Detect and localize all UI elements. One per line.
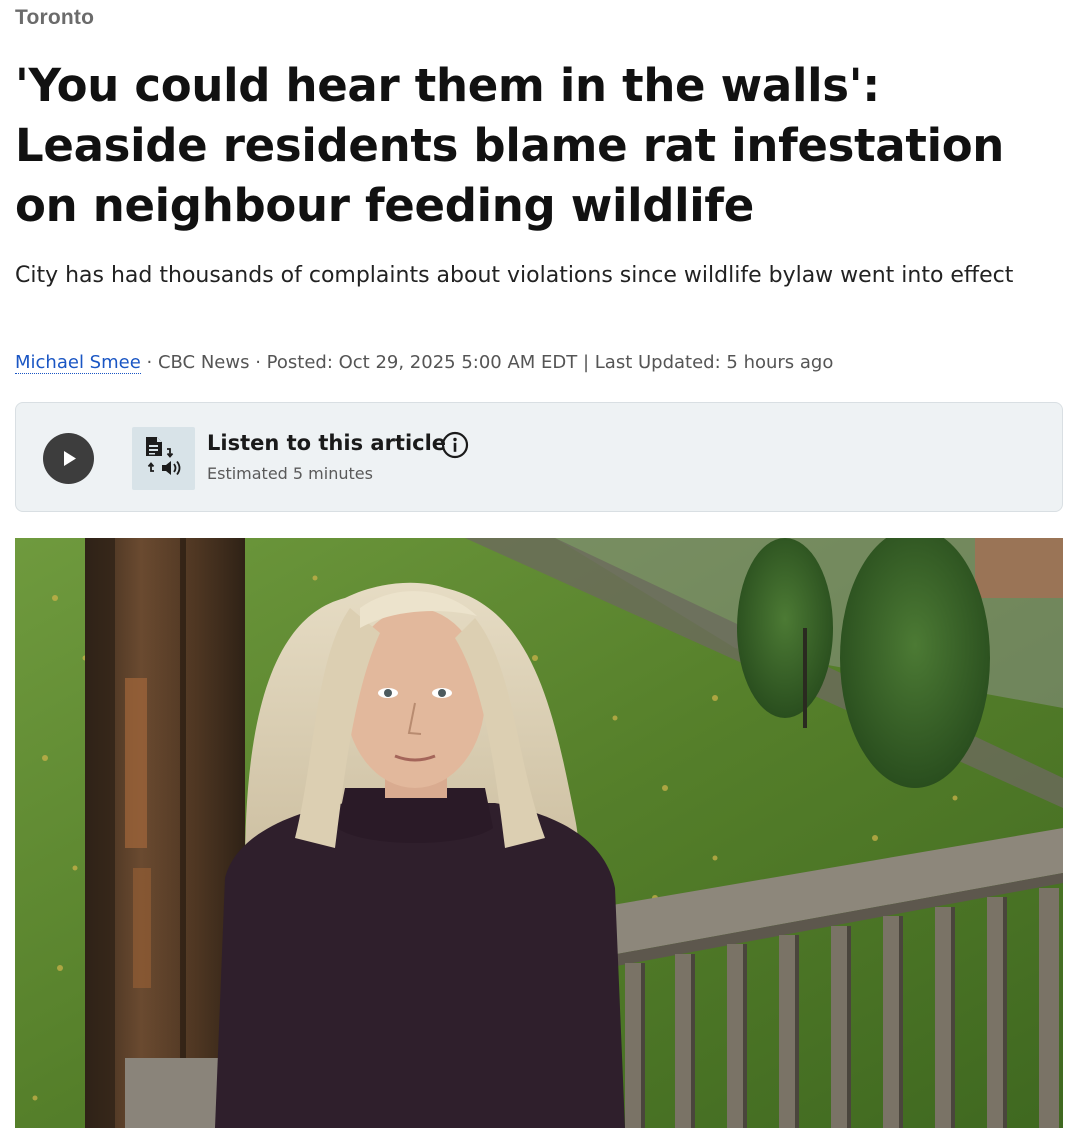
play-icon (64, 451, 76, 466)
byline-separator: · (140, 352, 158, 373)
text-to-speech-icon (132, 427, 195, 490)
byline-separator: | (577, 352, 595, 373)
article-deck: City has had thousands of complaints abo… (15, 263, 1014, 288)
section-link[interactable]: Toronto (15, 6, 94, 30)
info-button[interactable] (441, 431, 469, 459)
byline: Michael Smee · CBC News · Posted: Oct 29… (15, 350, 1055, 376)
article-headline: 'You could hear them in the walls': Leas… (15, 59, 1005, 232)
article-lead-photo (15, 538, 1063, 1128)
byline-posted: Posted: Oct 29, 2025 5:00 AM EDT (266, 352, 578, 373)
byline-separator: · (249, 352, 267, 373)
play-button[interactable] (43, 433, 94, 484)
info-icon (441, 431, 469, 459)
audio-player: Listen to this article Estimated 5 minut… (15, 402, 1063, 512)
player-duration: Estimated 5 minutes (207, 464, 373, 483)
byline-outlet: CBC News (157, 352, 250, 373)
author-link[interactable]: Michael Smee (15, 352, 141, 374)
byline-updated: Last Updated: 5 hours ago (594, 352, 834, 373)
player-title: Listen to this article (207, 431, 447, 455)
